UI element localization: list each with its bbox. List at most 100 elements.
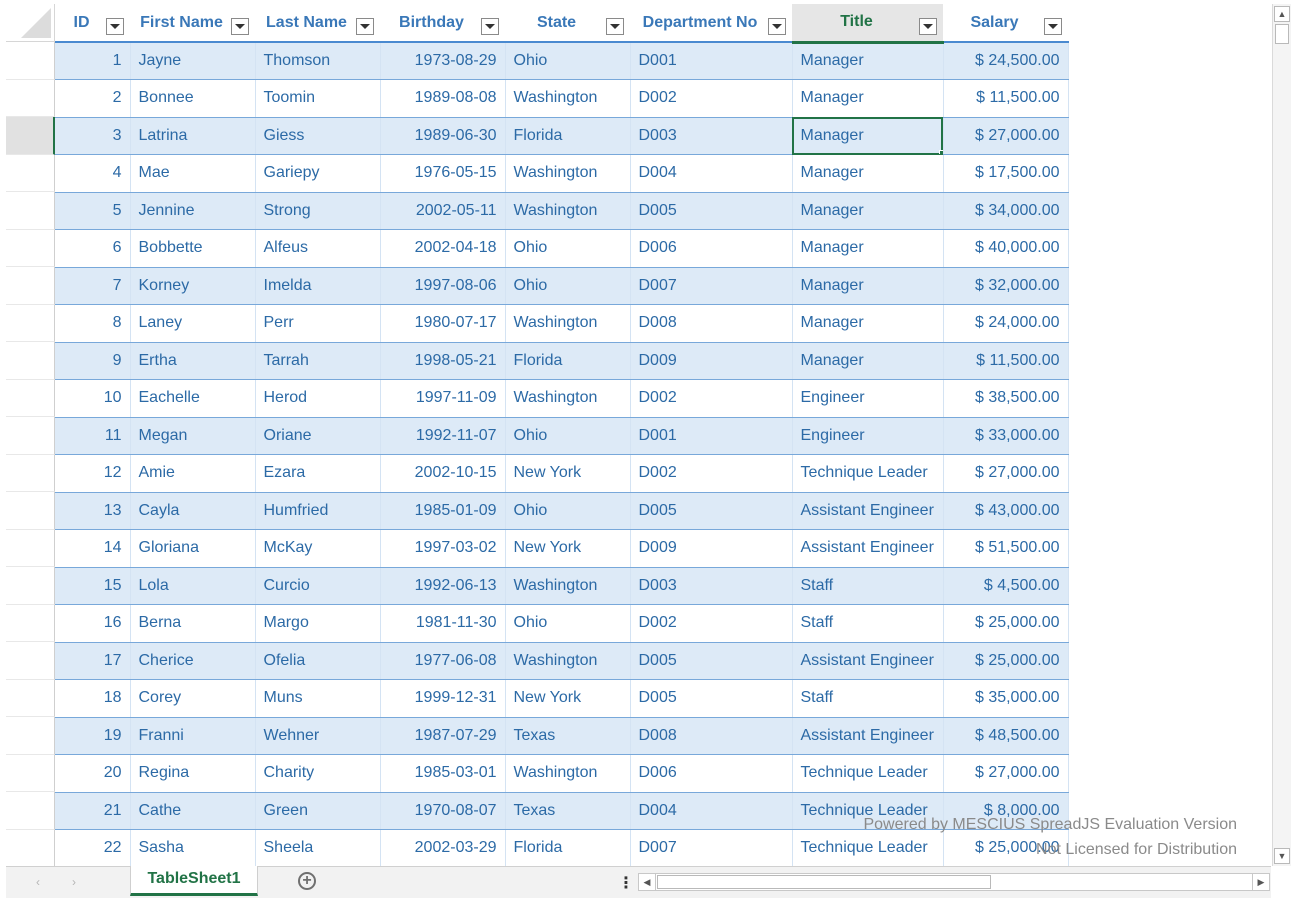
cell-dept[interactable]: D008 [630, 304, 793, 343]
cell-title[interactable]: Assistant Engineer [792, 642, 944, 680]
cell-id[interactable]: 4 [55, 154, 131, 193]
filter-dropdown-icon[interactable] [231, 18, 249, 35]
cell-state[interactable]: Florida [505, 829, 631, 866]
cell-salary[interactable]: $ 48,500.00 [943, 717, 1069, 755]
cell-id[interactable]: 20 [55, 754, 131, 793]
row-header[interactable] [6, 604, 55, 642]
cell-salary[interactable]: $ 24,500.00 [943, 42, 1069, 80]
cell-birthday[interactable]: 1970-08-07 [380, 792, 506, 830]
row-header[interactable] [6, 154, 55, 192]
cell-salary[interactable]: $ 8,000.00 [943, 792, 1069, 830]
cell-first[interactable]: Corey [130, 679, 256, 718]
cell-birthday[interactable]: 1997-08-06 [380, 267, 506, 305]
cell-title[interactable]: Manager [792, 79, 944, 118]
cell-salary[interactable]: $ 11,500.00 [943, 79, 1069, 118]
cell-salary[interactable]: $ 33,000.00 [943, 417, 1069, 455]
cell-birthday[interactable]: 1989-06-30 [380, 117, 506, 155]
cell-state[interactable]: Texas [505, 792, 631, 830]
cell-last[interactable]: Thomson [255, 42, 381, 80]
cell-id[interactable]: 11 [55, 417, 131, 455]
cell-state[interactable]: Florida [505, 342, 631, 380]
horizontal-scroll-thumb[interactable] [657, 875, 991, 889]
cell-dept[interactable]: D001 [630, 42, 793, 80]
cell-salary[interactable]: $ 43,000.00 [943, 492, 1069, 530]
cell-last[interactable]: Green [255, 792, 381, 830]
cell-title[interactable]: Technique Leader [792, 754, 944, 793]
cell-title[interactable]: Assistant Engineer [792, 492, 944, 530]
cell-id[interactable]: 19 [55, 717, 131, 755]
cell-state[interactable]: Ohio [505, 42, 631, 80]
cell-birthday[interactable]: 1999-12-31 [380, 679, 506, 718]
cell-dept[interactable]: D003 [630, 567, 793, 605]
cell-dept[interactable]: D001 [630, 417, 793, 455]
column-header-birthday[interactable]: Birthday [380, 4, 505, 43]
row-header[interactable] [6, 192, 55, 230]
cell-title[interactable]: Staff [792, 567, 944, 605]
cell-dept[interactable]: D007 [630, 267, 793, 305]
cell-birthday[interactable]: 1992-06-13 [380, 567, 506, 605]
cell-first[interactable]: Berna [130, 604, 256, 643]
cell-state[interactable]: Washington [505, 304, 631, 343]
column-header-salary[interactable]: Salary [943, 4, 1068, 43]
cell-title[interactable]: Technique Leader [792, 829, 944, 866]
cell-id[interactable]: 16 [55, 604, 131, 643]
cell-last[interactable]: Curcio [255, 567, 381, 605]
cell-dept[interactable]: D004 [630, 792, 793, 830]
filter-dropdown-icon[interactable] [481, 18, 499, 35]
cell-salary[interactable]: $ 27,000.00 [943, 454, 1069, 493]
cell-birthday[interactable]: 1980-07-17 [380, 304, 506, 343]
cell-birthday[interactable]: 1985-03-01 [380, 754, 506, 793]
cell-salary[interactable]: $ 51,500.00 [943, 529, 1069, 568]
cell-title[interactable]: Manager [792, 42, 944, 80]
cell-id[interactable]: 8 [55, 304, 131, 343]
tab-tablesheet1[interactable]: TableSheet1 [130, 866, 258, 896]
cell-last[interactable]: Perr [255, 304, 381, 343]
cell-first[interactable]: Jayne [130, 42, 256, 80]
cell-first[interactable]: Cherice [130, 642, 256, 680]
cell-state[interactable]: New York [505, 679, 631, 718]
cell-last[interactable]: Alfeus [255, 229, 381, 268]
cell-last[interactable]: Humfried [255, 492, 381, 530]
cell-salary[interactable]: $ 17,500.00 [943, 154, 1069, 193]
cell-dept[interactable]: D008 [630, 717, 793, 755]
cell-last[interactable]: Imelda [255, 267, 381, 305]
row-header[interactable] [6, 754, 55, 792]
cell-id[interactable]: 2 [55, 79, 131, 118]
cell-id[interactable]: 6 [55, 229, 131, 268]
cell-title[interactable]: Manager [792, 117, 944, 155]
cell-last[interactable]: Charity [255, 754, 381, 793]
cell-salary[interactable]: $ 11,500.00 [943, 342, 1069, 380]
cell-salary[interactable]: $ 27,000.00 [943, 117, 1069, 155]
cell-dept[interactable]: D009 [630, 529, 793, 568]
row-header[interactable] [6, 417, 55, 455]
filter-dropdown-icon[interactable] [606, 18, 624, 35]
cell-state[interactable]: Washington [505, 754, 631, 793]
cell-last[interactable]: Herod [255, 379, 381, 418]
cell-title[interactable]: Manager [792, 304, 944, 343]
tab-splitter-icon[interactable]: ⋮ [618, 873, 634, 893]
cell-first[interactable]: Bonnee [130, 79, 256, 118]
cell-dept[interactable]: D009 [630, 342, 793, 380]
filter-dropdown-icon[interactable] [106, 18, 124, 35]
filter-dropdown-icon[interactable] [356, 18, 374, 35]
cell-dept[interactable]: D006 [630, 229, 793, 268]
column-header-first[interactable]: First Name [130, 4, 255, 43]
column-header-last[interactable]: Last Name [255, 4, 380, 43]
cell-id[interactable]: 13 [55, 492, 131, 530]
select-all-corner[interactable] [6, 4, 55, 42]
filter-dropdown-icon[interactable] [1044, 18, 1062, 35]
cell-id[interactable]: 12 [55, 454, 131, 493]
row-header[interactable] [6, 379, 55, 417]
cell-title[interactable]: Manager [792, 154, 944, 193]
cell-first[interactable]: Korney [130, 267, 256, 305]
cell-first[interactable]: Sasha [130, 829, 256, 866]
filter-dropdown-icon[interactable] [768, 18, 786, 35]
fill-handle[interactable] [938, 150, 942, 154]
cell-id[interactable]: 14 [55, 529, 131, 568]
row-header[interactable] [6, 642, 55, 680]
cell-first[interactable]: Bobbette [130, 229, 256, 268]
cell-dept[interactable]: D003 [630, 117, 793, 155]
cell-dept[interactable]: D007 [630, 829, 793, 866]
cell-id[interactable]: 7 [55, 267, 131, 305]
cell-title[interactable]: Staff [792, 679, 944, 718]
